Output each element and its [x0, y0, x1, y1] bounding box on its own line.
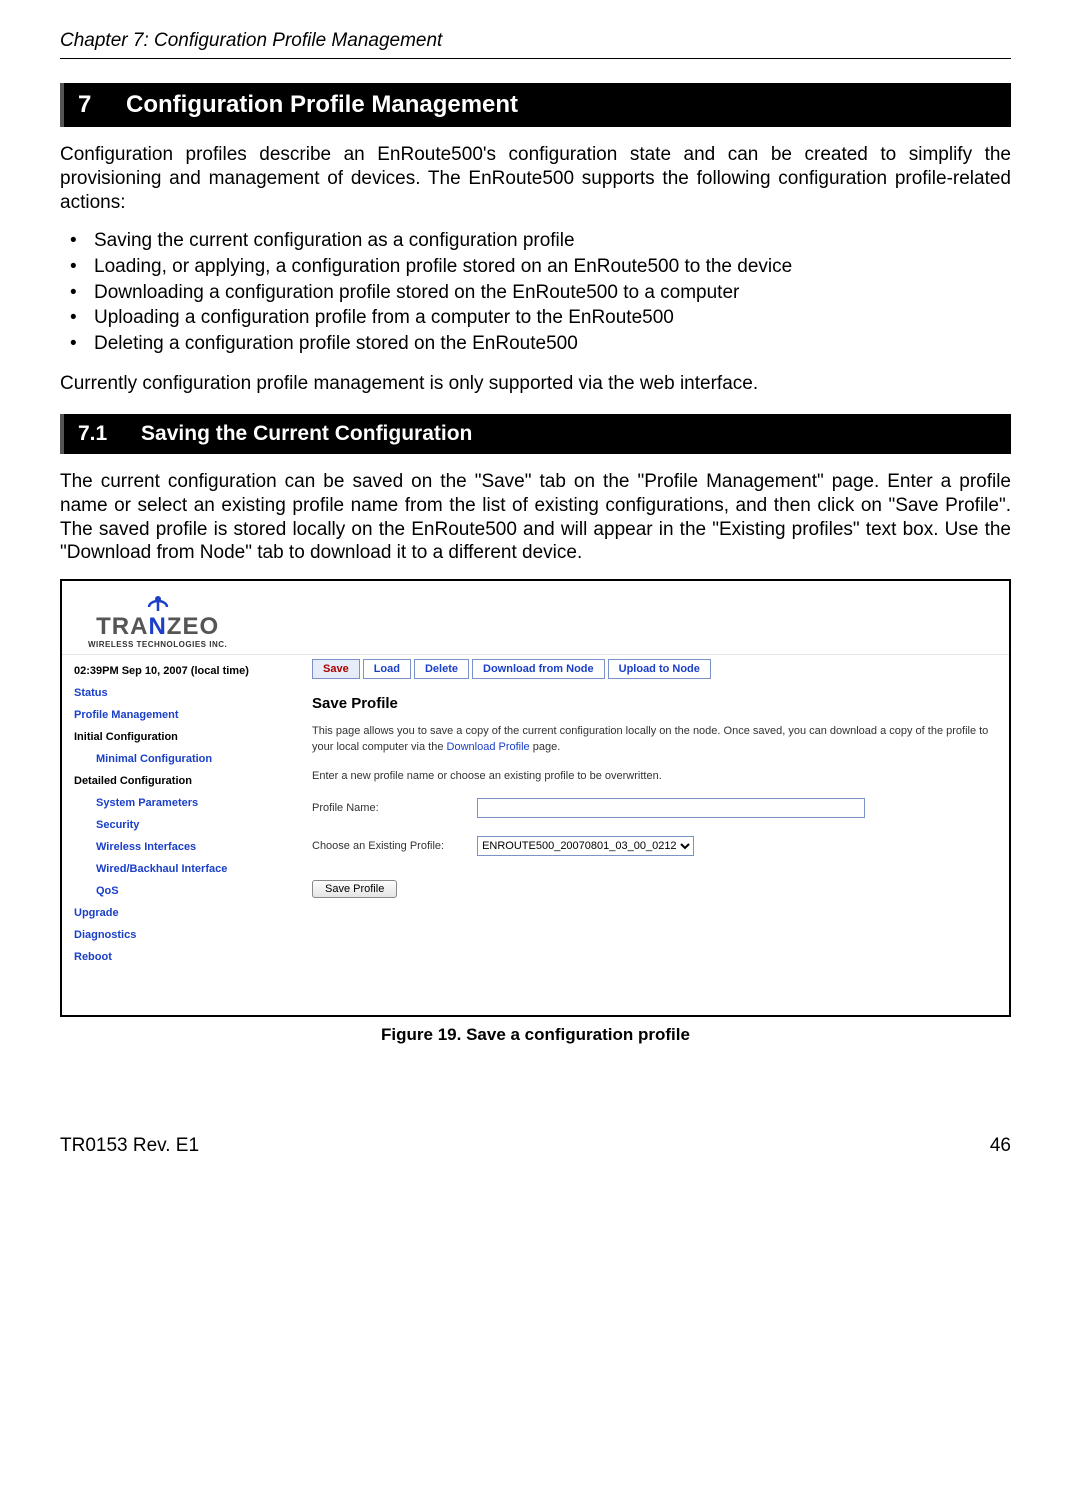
- sidebar-item-upgrade[interactable]: Upgrade: [74, 907, 306, 919]
- bullet-item: Downloading a configuration profile stor…: [74, 280, 1011, 306]
- logo-area: TRANZEO WIRELESS TECHNOLOGIES INC.: [62, 581, 1009, 655]
- section-title: Configuration Profile Management: [126, 91, 518, 118]
- tab-delete[interactable]: Delete: [414, 659, 469, 679]
- tab-download-from-node[interactable]: Download from Node: [472, 659, 605, 679]
- download-profile-link[interactable]: Download Profile: [447, 741, 530, 753]
- content-heading: Save Profile: [312, 695, 993, 712]
- sidebar-item-system-parameters[interactable]: System Parameters: [74, 797, 306, 809]
- page-footer: TR0153 Rev. E1 46: [60, 1135, 1011, 1157]
- profile-name-input[interactable]: [477, 798, 865, 818]
- profile-name-label: Profile Name:: [312, 802, 474, 814]
- tab-load[interactable]: Load: [363, 659, 411, 679]
- logo-icon: [144, 587, 172, 615]
- closing-paragraph: Currently configuration profile manageme…: [60, 372, 1011, 396]
- tab-bar: Save Load Delete Download from Node Uplo…: [312, 659, 993, 679]
- bullet-item: Loading, or applying, a configuration pr…: [74, 254, 1011, 280]
- sidebar-item-status[interactable]: Status: [74, 687, 306, 699]
- sidebar-item-reboot[interactable]: Reboot: [74, 951, 306, 963]
- tab-upload-to-node[interactable]: Upload to Node: [608, 659, 711, 679]
- bullet-item: Uploading a configuration profile from a…: [74, 305, 1011, 331]
- bullet-item: Saving the current configuration as a co…: [74, 228, 1011, 254]
- sidebar-heading-detailed-config: Detailed Configuration: [74, 775, 306, 787]
- figure-screenshot: TRANZEO WIRELESS TECHNOLOGIES INC. 02:39…: [60, 579, 1011, 1017]
- sidebar-item-security[interactable]: Security: [74, 819, 306, 831]
- section-7-heading: 7 Configuration Profile Management: [60, 83, 1011, 127]
- section-title: Saving the Current Configuration: [141, 422, 472, 445]
- existing-profile-label: Choose an Existing Profile:: [312, 840, 474, 852]
- section-number: 7: [78, 91, 91, 119]
- content-paragraph-2: Enter a new profile name or choose an ex…: [312, 769, 993, 784]
- sidebar-item-wired-backhaul[interactable]: Wired/Backhaul Interface: [74, 863, 306, 875]
- section-7-1-heading: 7.1 Saving the Current Configuration: [60, 414, 1011, 454]
- tab-save[interactable]: Save: [312, 659, 360, 679]
- bullet-list: Saving the current configuration as a co…: [60, 228, 1011, 356]
- sidebar-item-wireless-interfaces[interactable]: Wireless Interfaces: [74, 841, 306, 853]
- footer-left: TR0153 Rev. E1: [60, 1135, 199, 1157]
- intro-paragraph: Configuration profiles describe an EnRou…: [60, 143, 1011, 214]
- logo-subtitle: WIRELESS TECHNOLOGIES INC.: [88, 640, 227, 649]
- sidebar-heading-initial-config: Initial Configuration: [74, 731, 306, 743]
- sidebar: 02:39PM Sep 10, 2007 (local time) Status…: [62, 655, 306, 1015]
- sidebar-item-profile-management[interactable]: Profile Management: [74, 709, 306, 721]
- section-7-1-paragraph: The current configuration can be saved o…: [60, 470, 1011, 565]
- figure-caption: Figure 19. Save a configuration profile: [60, 1025, 1011, 1045]
- save-profile-button[interactable]: Save Profile: [312, 880, 397, 898]
- existing-profile-select[interactable]: ENROUTE500_20070801_03_00_0212: [477, 836, 694, 856]
- bullet-item: Deleting a configuration profile stored …: [74, 331, 1011, 357]
- local-time: 02:39PM Sep 10, 2007 (local time): [74, 665, 306, 677]
- sidebar-item-minimal-config[interactable]: Minimal Configuration: [74, 753, 306, 765]
- sidebar-item-qos[interactable]: QoS: [74, 885, 306, 897]
- content-panel: Save Load Delete Download from Node Uplo…: [306, 655, 1009, 1015]
- logo-text: TRANZEO: [88, 615, 227, 639]
- profile-name-row: Profile Name:: [312, 798, 993, 818]
- sidebar-item-diagnostics[interactable]: Diagnostics: [74, 929, 306, 941]
- chapter-header: Chapter 7: Configuration Profile Managem…: [60, 30, 1011, 59]
- footer-page-number: 46: [990, 1135, 1011, 1157]
- existing-profile-row: Choose an Existing Profile: ENROUTE500_2…: [312, 836, 993, 856]
- section-number: 7.1: [78, 422, 107, 446]
- content-paragraph-1: This page allows you to save a copy of t…: [312, 724, 993, 755]
